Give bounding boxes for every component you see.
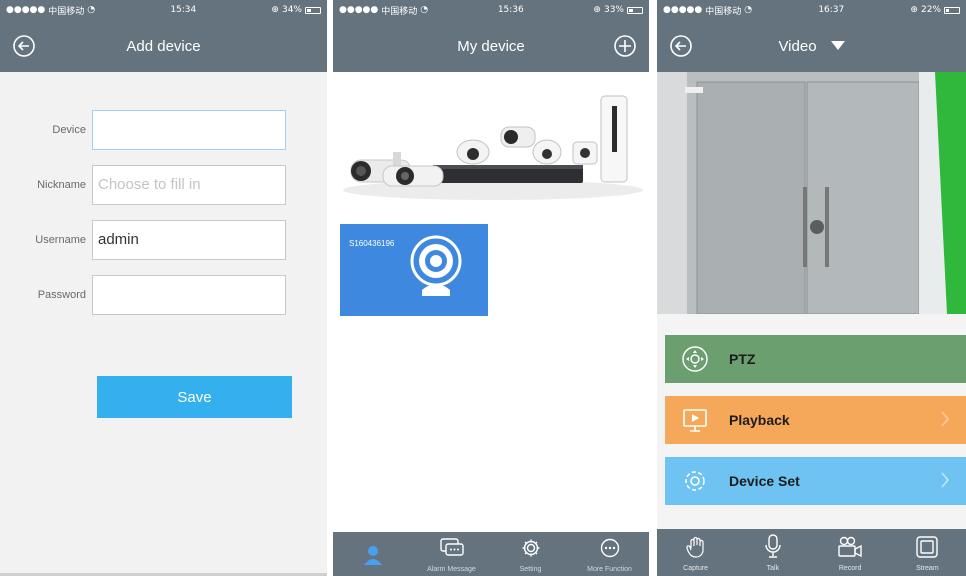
- hand-icon: [686, 536, 706, 563]
- tab-label: More Function: [587, 566, 632, 573]
- my-device-screen: ●●●●● 中国移动 ◔ 15:36 ⊕ 33% My device S1604…: [333, 0, 649, 576]
- carrier-label: 中国移动: [705, 6, 742, 17]
- header: ●●●●● 中国移动 ◔ 15:34 ⊕ 34% Add device: [0, 0, 327, 72]
- device-label: Device: [52, 123, 86, 136]
- password-row: Password: [0, 267, 327, 322]
- chevron-right-icon: [940, 410, 950, 431]
- back-icon[interactable]: [669, 34, 693, 62]
- capture-label: Capture: [683, 565, 709, 572]
- nickname-field[interactable]: Choose to fill in: [92, 164, 286, 205]
- battery-icon: [943, 6, 960, 14]
- video-screen: ●●●●● 中国移动 ◔ 16:37 ⊕ 22% Video PTZ Playb…: [657, 0, 966, 576]
- signal-icon: ●●●●●: [663, 5, 703, 15]
- add-icon[interactable]: [613, 34, 637, 62]
- lock-icon: ⊕: [593, 5, 601, 15]
- add-device-form: Device Nickname Choose to fill in Userna…: [0, 72, 327, 322]
- wifi-icon: ◔: [744, 5, 753, 15]
- device-id-label: S160436196: [349, 239, 395, 248]
- header: ●●●●● 中国移动 ◔ 15:36 ⊕ 33% My device: [333, 0, 649, 72]
- device-row: Device: [0, 102, 327, 157]
- playback-icon: [673, 406, 717, 434]
- device-set-menu-item[interactable]: Device Set: [665, 457, 966, 505]
- talk-label: Talk: [766, 565, 780, 572]
- nickname-label: Nickname: [37, 178, 86, 191]
- status-bar: ●●●●● 中国移动 ◔ 15:34 ⊕ 34%: [0, 0, 327, 20]
- video-toolbar: Capture Talk Record Stream: [657, 529, 966, 576]
- username-value: admin: [98, 231, 139, 248]
- cameras-banner-image: [333, 72, 649, 212]
- signal-icon: ●●●●●: [6, 5, 46, 15]
- device-card[interactable]: S160436196: [340, 224, 488, 316]
- playback-label: Playback: [729, 412, 790, 428]
- ptz-label: PTZ: [729, 351, 756, 367]
- stream-icon: [916, 536, 939, 563]
- navigation-bar: Add device: [0, 20, 327, 72]
- password-label: Password: [37, 288, 86, 301]
- status-time: 15:36: [497, 5, 524, 15]
- battery-percent: 33%: [603, 5, 624, 15]
- talk-button[interactable]: Talk: [734, 529, 811, 576]
- gear-icon: [521, 538, 541, 563]
- carrier-label: 中国移动: [48, 6, 85, 17]
- message-icon: [439, 538, 464, 563]
- save-button[interactable]: Save: [97, 376, 292, 418]
- status-bar: ●●●●● 中国移动 ◔ 15:36 ⊕ 33%: [333, 0, 649, 20]
- tab-label: Setting: [519, 566, 542, 573]
- settings-icon: [673, 467, 717, 495]
- page-title: Add device: [126, 37, 201, 55]
- signal-icon: ●●●●●: [339, 5, 379, 15]
- webcam-icon: [409, 234, 463, 311]
- nickname-row: Nickname Choose to fill in: [0, 157, 327, 212]
- lock-icon: ⊕: [271, 5, 279, 15]
- tab-setting[interactable]: Setting: [491, 532, 570, 576]
- stream-button[interactable]: Stream: [889, 529, 966, 576]
- device-field[interactable]: [92, 109, 286, 150]
- nickname-placeholder: Choose to fill in: [98, 176, 201, 193]
- battery-percent: 34%: [281, 5, 302, 15]
- tab-more-function[interactable]: More Function: [570, 532, 649, 576]
- status-bar: ●●●●● 中国移动 ◔ 16:37 ⊕ 22%: [657, 0, 966, 20]
- add-device-screen: ●●●●● 中国移动 ◔ 15:34 ⊕ 34% Add device Devi…: [0, 0, 327, 576]
- ptz-icon: [673, 345, 717, 373]
- username-field[interactable]: admin: [92, 219, 286, 260]
- screenshot-collage: ●●●●● 中国移动 ◔ 15:34 ⊕ 34% Add device Devi…: [0, 0, 966, 576]
- video-camera-icon: [837, 536, 863, 563]
- back-icon[interactable]: [12, 34, 36, 62]
- status-time: 16:37: [818, 5, 845, 15]
- capture-button[interactable]: Capture: [657, 529, 734, 576]
- video-feed-image[interactable]: [657, 72, 966, 314]
- playback-menu-item[interactable]: Playback: [665, 396, 966, 444]
- header: ●●●●● 中国移动 ◔ 16:37 ⊕ 22% Video: [657, 0, 966, 72]
- username-label: Username: [35, 233, 86, 246]
- lock-icon: ⊕: [910, 5, 918, 15]
- tab-alarm-message[interactable]: Alarm Message: [412, 532, 491, 576]
- battery-icon: [626, 6, 643, 14]
- navigation-bar: Video: [657, 20, 966, 72]
- chevron-right-icon: [940, 471, 950, 492]
- ptz-menu-item[interactable]: PTZ: [665, 335, 966, 383]
- stream-label: Stream: [916, 565, 939, 572]
- tab-label: Alarm Message: [427, 566, 476, 573]
- person-icon: [363, 545, 383, 570]
- username-row: Username admin: [0, 212, 327, 267]
- wifi-icon: ◔: [420, 5, 429, 15]
- page-title: My device: [457, 37, 525, 55]
- microphone-icon: [764, 534, 782, 563]
- status-time: 15:34: [170, 5, 197, 15]
- device-set-label: Device Set: [729, 473, 800, 489]
- carrier-label: 中国移动: [381, 6, 418, 17]
- password-field[interactable]: [92, 274, 286, 315]
- record-button[interactable]: Record: [812, 529, 889, 576]
- battery-percent: 22%: [920, 5, 941, 15]
- tab-my-device[interactable]: [333, 532, 412, 576]
- dropdown-caret-icon[interactable]: [830, 38, 845, 55]
- record-label: Record: [838, 565, 862, 572]
- tab-bar: Alarm Message Setting More Function: [333, 532, 649, 576]
- navigation-bar: My device: [333, 20, 649, 72]
- battery-icon: [304, 6, 321, 14]
- page-title: Video: [778, 37, 817, 55]
- more-icon: [600, 538, 620, 563]
- wifi-icon: ◔: [87, 5, 96, 15]
